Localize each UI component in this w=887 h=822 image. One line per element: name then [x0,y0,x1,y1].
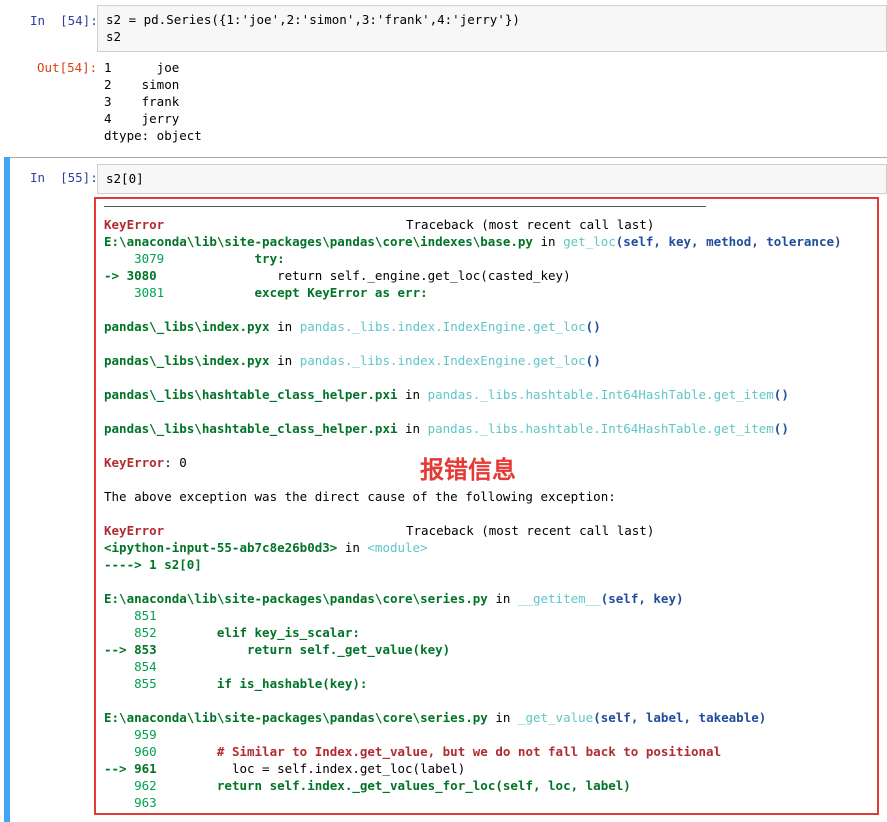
code-context-line: 851 [104,608,157,623]
code-context-line: --> 961 loc = self.index.get_loc(label) [104,761,466,776]
code-input[interactable]: s2 = pd.Series({1:'joe',2:'simon',3:'fra… [97,5,887,52]
code-context-line: ----> 1 s2[0] [104,557,202,572]
code-context-line: -> 3080 return self._engine.get_loc(cast… [104,268,571,283]
frame-header: E:\anaconda\lib\site-packages\pandas\cor… [104,234,842,249]
code-context-line: 963 [104,795,157,810]
code-context-line: 960 # Similar to Index.get_value, but we… [104,744,722,759]
frame-header: pandas\_libs\index.pyx in pandas._libs.i… [104,353,601,368]
traceback-rule [104,206,706,207]
code-context-line: 3081 except KeyError as err: [104,285,428,300]
code-context-line: 854 [104,659,157,674]
code-context-line: 959 [104,727,157,742]
traceback-header-text: Traceback (most recent call last) [406,523,655,538]
output-line: 3 frank [104,94,180,109]
error-message: KeyError: 0 [104,455,187,470]
code-context-line: --> 853 return self._get_value(key) [104,642,451,657]
traceback-header: KeyError [104,216,164,233]
code-line: s2 [106,29,122,44]
direct-cause-text: The above exception was the direct cause… [104,489,616,504]
code-line: s2[0] [106,171,144,186]
frame-header: E:\anaconda\lib\site-packages\pandas\cor… [104,710,767,725]
frame-header: <ipython-input-55-ab7c8e26b0d3> in <modu… [104,540,428,555]
code-input[interactable]: s2[0] [97,164,887,194]
input-prompt: In [54]: [30,13,98,28]
traceback-header: KeyError [104,523,165,538]
frame-header: E:\anaconda\lib\site-packages\pandas\cor… [104,591,684,606]
error-name: KeyError [104,217,165,232]
code-context-line: 3079 try: [104,251,285,266]
annotation-label: 报错信息 [420,456,516,484]
output-line: 2 simon [104,77,180,92]
frame-header: pandas\_libs\hashtable_class_helper.pxi … [104,421,789,436]
output-prompt: Out[54]: [37,60,98,75]
code-context-line: 852 elif key_is_scalar: [104,625,360,640]
output-line: dtype: object [104,128,202,143]
code-context-line: 962 return self.index._get_values_for_lo… [104,778,631,793]
input-prompt: In [55]: [30,170,98,185]
output-line: 1 joe [104,60,180,75]
frame-header: pandas\_libs\hashtable_class_helper.pxi … [104,387,789,402]
code-line: s2 = pd.Series({1:'joe',2:'simon',3:'fra… [106,12,520,27]
code-context-line: 855 if is_hashable(key): [104,676,368,691]
output-line: 4 jerry [104,111,180,126]
cell-54[interactable]: In [54]: s2 = pd.Series({1:'joe',2:'simo… [0,0,887,150]
traceback-header-text: Traceback (most recent call last) [406,217,655,232]
frame-header: pandas\_libs\index.pyx in pandas._libs.i… [104,319,601,334]
